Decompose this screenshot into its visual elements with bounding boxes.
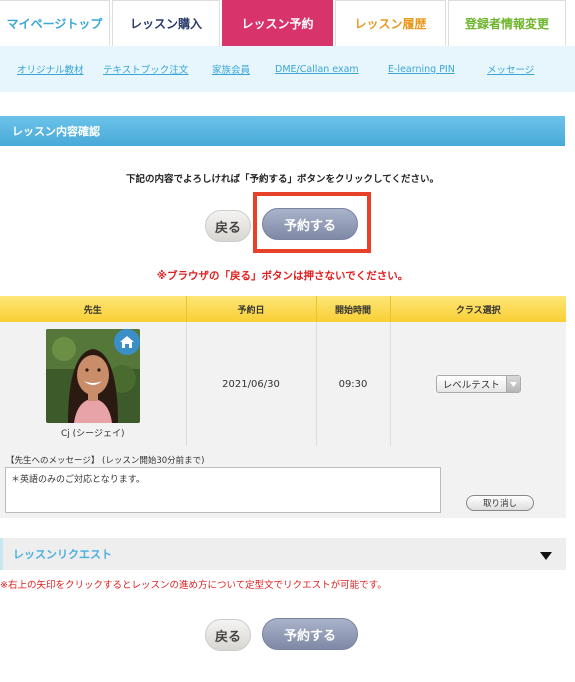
main-tabs: マイページトップ レッスン購入 レッスン予約 レッスン履歴 登録者情報変更 [0,0,575,46]
warning-text: ※ブラウザの「戻る」ボタンは押さないでください。 [156,270,409,282]
tab-lesson-booking[interactable]: レッスン予約 [222,0,333,46]
instruction-text: 下記の内容でよろしければ「予約する」ボタンをクリックしてください。 [126,174,439,185]
teacher-name: Cj (シージェイ) [61,429,125,439]
teacher-cell: Cj (シージェイ) [0,322,187,446]
message-label: 【先生へのメッセージ】 (レッスン開始30分前まで) [6,456,205,466]
tab-lesson-purchase[interactable]: レッスン購入 [112,0,220,46]
reserve-button-bottom[interactable]: 予約する [262,618,358,650]
section-header: レッスン内容確認 [0,116,565,146]
subnav-original-materials[interactable]: オリジナル教材 [17,62,103,76]
time-cell: 09:30 [316,322,391,446]
class-select-value: レベルテスト [442,380,500,391]
header-teacher: 先生 [0,296,187,322]
subnav-textbook-order[interactable]: テキストブック注文 [103,62,212,76]
lesson-request-toggle[interactable]: レッスンリクエスト [0,538,566,570]
class-cell: レベルテスト [390,322,566,446]
teacher-photo[interactable] [45,329,140,423]
class-select[interactable]: レベルテスト [435,375,521,393]
table-header-row: 先生 予約日 開始時間 クラス選択 [0,296,566,322]
back-button[interactable]: 戻る [205,210,251,242]
date-cell: 2021/06/30 [186,322,317,446]
highlight-annotation [253,192,371,253]
back-button-bottom[interactable]: 戻る [205,619,251,651]
triangle-down-icon [505,376,520,392]
sub-navigation: オリジナル教材 テキストブック注文 家族会員 DME/Callan exam E… [0,46,575,92]
lesson-request-note: ※右上の矢印をクリックするとレッスンの進め方について定型文でリクエストが可能です… [0,580,387,591]
lesson-request-title: レッスンリクエスト [13,548,112,561]
subnav-elearning-pin[interactable]: E-learning PIN [388,64,487,75]
triangle-down-icon[interactable] [540,545,552,564]
cancel-button[interactable]: 取り消し [466,495,534,511]
reservation-table: 先生 予約日 開始時間 クラス選択 Cj (シージェイ) 2021/06/30 … [0,296,566,446]
subnav-family-member[interactable]: 家族会員 [212,62,275,76]
message-area: 【先生へのメッセージ】 (レッスン開始30分前まで) ＊英語のみのご対応となりま… [0,446,566,518]
header-time: 開始時間 [316,296,391,322]
home-icon [113,329,140,355]
header-class: クラス選択 [390,296,566,322]
tab-profile-edit[interactable]: 登録者情報変更 [448,0,566,46]
subnav-dme-callan-exam[interactable]: DME/Callan exam [275,64,388,75]
message-textarea[interactable]: ＊英語のみのご対応となります。 [5,467,441,513]
tab-mypage-top[interactable]: マイページトップ [0,0,110,46]
header-date: 予約日 [186,296,317,322]
subnav-message[interactable]: メッセージ [487,62,534,76]
tab-lesson-history[interactable]: レッスン履歴 [335,0,446,46]
section-title: レッスン内容確認 [12,125,100,138]
table-row: Cj (シージェイ) 2021/06/30 09:30 レベルテスト [0,322,566,446]
